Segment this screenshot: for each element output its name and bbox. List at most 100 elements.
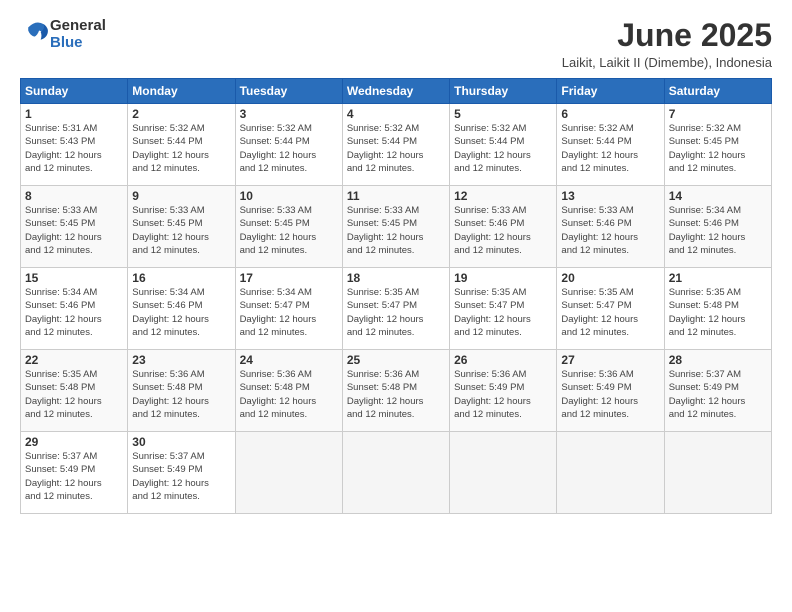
day-info: Sunrise: 5:34 AM Sunset: 5:46 PM Dayligh… [132,286,230,339]
calendar-day-header: Sunday [21,79,128,104]
calendar-cell: 13 Sunrise: 5:33 AM Sunset: 5:46 PM Dayl… [557,186,664,268]
day-number: 2 [132,107,230,121]
day-number: 25 [347,353,445,367]
day-info: Sunrise: 5:36 AM Sunset: 5:48 PM Dayligh… [347,368,445,421]
day-info: Sunrise: 5:35 AM Sunset: 5:47 PM Dayligh… [454,286,552,339]
day-info: Sunrise: 5:36 AM Sunset: 5:49 PM Dayligh… [561,368,659,421]
calendar-cell: 14 Sunrise: 5:34 AM Sunset: 5:46 PM Dayl… [664,186,771,268]
title-block: June 2025 Laikit, Laikit II (Dimembe), I… [562,18,772,70]
calendar-cell: 20 Sunrise: 5:35 AM Sunset: 5:47 PM Dayl… [557,268,664,350]
calendar-week-row: 29 Sunrise: 5:37 AM Sunset: 5:49 PM Dayl… [21,432,772,514]
calendar-cell: 23 Sunrise: 5:36 AM Sunset: 5:48 PM Dayl… [128,350,235,432]
day-info: Sunrise: 5:37 AM Sunset: 5:49 PM Dayligh… [669,368,767,421]
calendar-day-header: Tuesday [235,79,342,104]
calendar-cell [664,432,771,514]
day-number: 7 [669,107,767,121]
calendar-cell: 6 Sunrise: 5:32 AM Sunset: 5:44 PM Dayli… [557,104,664,186]
day-number: 27 [561,353,659,367]
day-number: 20 [561,271,659,285]
day-info: Sunrise: 5:36 AM Sunset: 5:49 PM Dayligh… [454,368,552,421]
calendar-day-header: Friday [557,79,664,104]
calendar-week-row: 15 Sunrise: 5:34 AM Sunset: 5:46 PM Dayl… [21,268,772,350]
day-info: Sunrise: 5:34 AM Sunset: 5:46 PM Dayligh… [669,204,767,257]
day-number: 23 [132,353,230,367]
calendar-cell: 10 Sunrise: 5:33 AM Sunset: 5:45 PM Dayl… [235,186,342,268]
day-info: Sunrise: 5:35 AM Sunset: 5:48 PM Dayligh… [25,368,123,421]
day-info: Sunrise: 5:32 AM Sunset: 5:44 PM Dayligh… [561,122,659,175]
calendar-cell: 9 Sunrise: 5:33 AM Sunset: 5:45 PM Dayli… [128,186,235,268]
day-number: 18 [347,271,445,285]
day-number: 3 [240,107,338,121]
day-info: Sunrise: 5:34 AM Sunset: 5:47 PM Dayligh… [240,286,338,339]
day-number: 4 [347,107,445,121]
calendar-day-header: Wednesday [342,79,449,104]
day-number: 16 [132,271,230,285]
logo-icon [22,18,50,46]
day-info: Sunrise: 5:33 AM Sunset: 5:46 PM Dayligh… [561,204,659,257]
calendar-header-row: SundayMondayTuesdayWednesdayThursdayFrid… [21,79,772,104]
calendar-day-header: Thursday [450,79,557,104]
day-info: Sunrise: 5:36 AM Sunset: 5:48 PM Dayligh… [240,368,338,421]
calendar-cell: 7 Sunrise: 5:32 AM Sunset: 5:45 PM Dayli… [664,104,771,186]
calendar-cell [235,432,342,514]
calendar-day-header: Monday [128,79,235,104]
day-number: 22 [25,353,123,367]
calendar-cell: 29 Sunrise: 5:37 AM Sunset: 5:49 PM Dayl… [21,432,128,514]
day-number: 10 [240,189,338,203]
day-number: 14 [669,189,767,203]
day-info: Sunrise: 5:37 AM Sunset: 5:49 PM Dayligh… [25,450,123,503]
day-number: 5 [454,107,552,121]
calendar-cell: 15 Sunrise: 5:34 AM Sunset: 5:46 PM Dayl… [21,268,128,350]
page: General Blue June 2025 Laikit, Laikit II… [0,0,792,612]
day-number: 17 [240,271,338,285]
calendar-cell: 8 Sunrise: 5:33 AM Sunset: 5:45 PM Dayli… [21,186,128,268]
calendar-cell: 18 Sunrise: 5:35 AM Sunset: 5:47 PM Dayl… [342,268,449,350]
day-info: Sunrise: 5:34 AM Sunset: 5:46 PM Dayligh… [25,286,123,339]
day-number: 9 [132,189,230,203]
logo-text: General Blue [50,18,106,51]
day-info: Sunrise: 5:37 AM Sunset: 5:49 PM Dayligh… [132,450,230,503]
day-number: 13 [561,189,659,203]
calendar-week-row: 8 Sunrise: 5:33 AM Sunset: 5:45 PM Dayli… [21,186,772,268]
day-info: Sunrise: 5:33 AM Sunset: 5:45 PM Dayligh… [25,204,123,257]
day-info: Sunrise: 5:33 AM Sunset: 5:45 PM Dayligh… [132,204,230,257]
calendar-cell: 16 Sunrise: 5:34 AM Sunset: 5:46 PM Dayl… [128,268,235,350]
calendar-cell: 3 Sunrise: 5:32 AM Sunset: 5:44 PM Dayli… [235,104,342,186]
day-info: Sunrise: 5:33 AM Sunset: 5:45 PM Dayligh… [240,204,338,257]
day-info: Sunrise: 5:33 AM Sunset: 5:46 PM Dayligh… [454,204,552,257]
calendar-cell: 12 Sunrise: 5:33 AM Sunset: 5:46 PM Dayl… [450,186,557,268]
day-number: 28 [669,353,767,367]
calendar-cell: 25 Sunrise: 5:36 AM Sunset: 5:48 PM Dayl… [342,350,449,432]
day-number: 12 [454,189,552,203]
calendar-cell: 26 Sunrise: 5:36 AM Sunset: 5:49 PM Dayl… [450,350,557,432]
calendar-cell: 21 Sunrise: 5:35 AM Sunset: 5:48 PM Dayl… [664,268,771,350]
day-info: Sunrise: 5:32 AM Sunset: 5:45 PM Dayligh… [669,122,767,175]
calendar-cell: 30 Sunrise: 5:37 AM Sunset: 5:49 PM Dayl… [128,432,235,514]
day-info: Sunrise: 5:32 AM Sunset: 5:44 PM Dayligh… [347,122,445,175]
calendar-cell: 22 Sunrise: 5:35 AM Sunset: 5:48 PM Dayl… [21,350,128,432]
day-info: Sunrise: 5:36 AM Sunset: 5:48 PM Dayligh… [132,368,230,421]
day-info: Sunrise: 5:32 AM Sunset: 5:44 PM Dayligh… [454,122,552,175]
day-number: 1 [25,107,123,121]
day-info: Sunrise: 5:31 AM Sunset: 5:43 PM Dayligh… [25,122,123,175]
calendar-cell: 4 Sunrise: 5:32 AM Sunset: 5:44 PM Dayli… [342,104,449,186]
day-number: 6 [561,107,659,121]
calendar-cell [450,432,557,514]
calendar-cell: 27 Sunrise: 5:36 AM Sunset: 5:49 PM Dayl… [557,350,664,432]
day-number: 24 [240,353,338,367]
calendar-cell: 5 Sunrise: 5:32 AM Sunset: 5:44 PM Dayli… [450,104,557,186]
calendar-cell: 19 Sunrise: 5:35 AM Sunset: 5:47 PM Dayl… [450,268,557,350]
day-info: Sunrise: 5:32 AM Sunset: 5:44 PM Dayligh… [240,122,338,175]
day-info: Sunrise: 5:35 AM Sunset: 5:47 PM Dayligh… [561,286,659,339]
calendar-cell: 24 Sunrise: 5:36 AM Sunset: 5:48 PM Dayl… [235,350,342,432]
calendar-week-row: 1 Sunrise: 5:31 AM Sunset: 5:43 PM Dayli… [21,104,772,186]
day-number: 11 [347,189,445,203]
calendar-cell [342,432,449,514]
day-info: Sunrise: 5:35 AM Sunset: 5:48 PM Dayligh… [669,286,767,339]
calendar-cell: 11 Sunrise: 5:33 AM Sunset: 5:45 PM Dayl… [342,186,449,268]
calendar-week-row: 22 Sunrise: 5:35 AM Sunset: 5:48 PM Dayl… [21,350,772,432]
day-number: 26 [454,353,552,367]
calendar-cell: 17 Sunrise: 5:34 AM Sunset: 5:47 PM Dayl… [235,268,342,350]
day-info: Sunrise: 5:35 AM Sunset: 5:47 PM Dayligh… [347,286,445,339]
day-number: 8 [25,189,123,203]
